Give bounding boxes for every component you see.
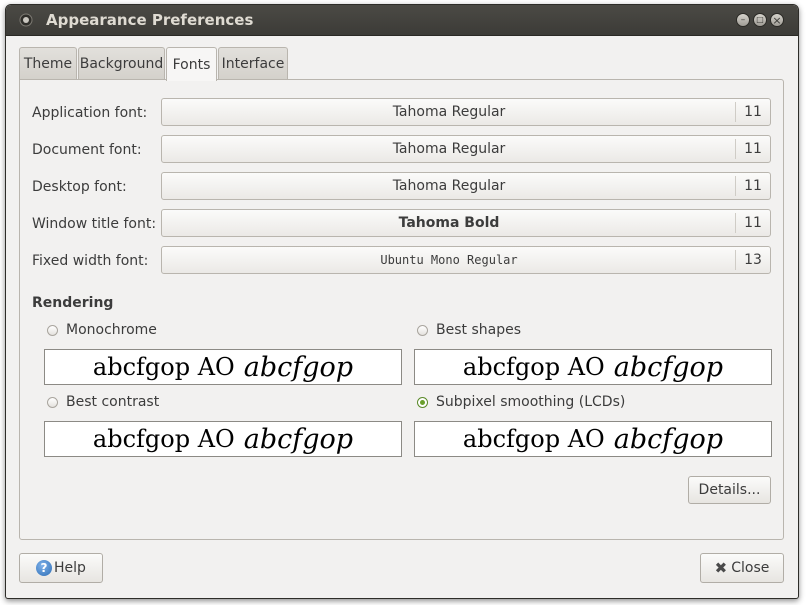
- sample-best-contrast[interactable]: abcfgop AO abcfgop: [44, 421, 402, 457]
- sample-text: abcfgop AO: [92, 353, 235, 381]
- window-title-font-name: Tahoma Bold: [398, 215, 500, 231]
- details-label: Details...: [698, 482, 761, 498]
- appearance-preferences-window: Appearance Preferences – □ × Theme Backg…: [5, 4, 799, 599]
- radio-monochrome[interactable]: Monochrome: [47, 322, 157, 338]
- fixed-width-font-size: 13: [735, 250, 770, 270]
- radio-circle: [417, 324, 428, 336]
- close-icon: ×: [772, 13, 782, 27]
- sample-monochrome[interactable]: abcfgop AO abcfgop: [44, 349, 402, 385]
- window-title-font-button[interactable]: Tahoma Bold 11: [161, 209, 771, 237]
- sample-italic-text: abcfgop: [613, 423, 724, 455]
- desktop-font-label: Desktop font:: [32, 179, 127, 195]
- close-x-icon: ✖: [714, 559, 728, 577]
- radio-label: Monochrome: [66, 322, 157, 338]
- sample-text: abcfgop AO: [92, 425, 235, 453]
- tab-interface[interactable]: Interface: [218, 47, 288, 79]
- app-menu-icon[interactable]: [19, 13, 33, 27]
- tab-label: Theme: [23, 55, 73, 72]
- details-button[interactable]: Details...: [688, 476, 771, 504]
- title-bar[interactable]: Appearance Preferences – □ ×: [6, 5, 798, 36]
- radio-circle-selected: [417, 396, 428, 408]
- tab-background[interactable]: Background: [78, 47, 165, 79]
- help-label: Help: [54, 560, 86, 576]
- radio-circle: [47, 396, 58, 408]
- window-title-font-label: Window title font:: [32, 216, 157, 232]
- radio-label: Best shapes: [436, 322, 521, 338]
- document-font-label: Document font:: [32, 142, 142, 158]
- desktop-font-size: 11: [735, 176, 770, 196]
- rendering-heading: Rendering: [32, 295, 114, 311]
- minimize-button[interactable]: –: [736, 13, 750, 27]
- radio-best-shapes[interactable]: Best shapes: [417, 322, 521, 338]
- minimize-icon: –: [740, 14, 746, 25]
- document-font-size: 11: [735, 139, 770, 159]
- application-font-button[interactable]: Tahoma Regular 11: [161, 98, 771, 126]
- radio-label: Best contrast: [66, 394, 160, 410]
- maximize-button[interactable]: □: [753, 13, 767, 27]
- fonts-panel: Application font: Tahoma Regular 11 Docu…: [19, 79, 784, 540]
- sample-italic-text: abcfgop: [243, 351, 354, 383]
- close-label: Close: [731, 560, 770, 576]
- application-font-name: Tahoma Regular: [392, 104, 506, 120]
- radio-circle: [47, 324, 58, 336]
- fixed-width-font-button[interactable]: Ubuntu Mono Regular 13: [161, 246, 771, 274]
- window-title: Appearance Preferences: [46, 11, 254, 29]
- maximize-icon: □: [756, 15, 764, 24]
- tab-label: Interface: [221, 55, 285, 72]
- tab-theme[interactable]: Theme: [19, 47, 77, 79]
- tab-label: Background: [79, 55, 164, 72]
- sample-text: abcfgop AO: [462, 353, 605, 381]
- sample-italic-text: abcfgop: [243, 423, 354, 455]
- fixed-width-font-label: Fixed width font:: [32, 253, 149, 269]
- sample-text: abcfgop AO: [462, 425, 605, 453]
- fixed-width-font-name: Ubuntu Mono Regular: [380, 253, 518, 267]
- sample-subpixel-smoothing[interactable]: abcfgop AO abcfgop: [414, 421, 772, 457]
- help-button[interactable]: ? Help: [19, 553, 103, 583]
- sample-best-shapes[interactable]: abcfgop AO abcfgop: [414, 349, 772, 385]
- application-font-label: Application font:: [32, 105, 148, 121]
- help-icon: ?: [36, 560, 53, 576]
- radio-subpixel-smoothing[interactable]: Subpixel smoothing (LCDs): [417, 394, 625, 410]
- tab-label: Fonts: [172, 56, 211, 73]
- tab-fonts[interactable]: Fonts: [166, 47, 217, 81]
- application-font-size: 11: [735, 102, 770, 122]
- close-button[interactable]: ✖ Close: [700, 553, 784, 583]
- window-title-font-size: 11: [735, 213, 770, 233]
- close-window-button[interactable]: ×: [770, 13, 784, 27]
- radio-label: Subpixel smoothing (LCDs): [436, 394, 626, 410]
- document-font-name: Tahoma Regular: [392, 141, 506, 157]
- radio-best-contrast[interactable]: Best contrast: [47, 394, 159, 410]
- desktop-font-button[interactable]: Tahoma Regular 11: [161, 172, 771, 200]
- document-font-button[interactable]: Tahoma Regular 11: [161, 135, 771, 163]
- desktop-font-name: Tahoma Regular: [392, 178, 506, 194]
- sample-italic-text: abcfgop: [613, 351, 724, 383]
